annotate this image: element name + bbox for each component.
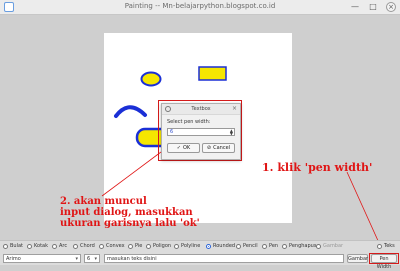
radio-icon [377,243,382,249]
font-select[interactable]: Arimo ▾ [3,254,81,263]
close-button[interactable]: × [386,2,396,12]
dialog-close-icon[interactable]: × [232,104,237,114]
tool-chord[interactable]: Chord [73,243,95,249]
radio-icon [174,243,179,249]
ok-button[interactable]: ✓ OK [167,143,200,153]
radio-icon [99,243,104,249]
tool-label: Pencil [243,243,258,249]
window-controls: — □ × [350,2,396,12]
annotation-step2-line1: 2. akan muncul [60,196,147,207]
tool-label: Convex [106,243,125,249]
text-input[interactable]: masukan teks disini [104,254,344,263]
radio-icon [73,243,78,249]
dialog-title: Textbox [191,106,211,112]
tool-gambar: Gambar [316,243,343,249]
tool-pen[interactable]: Pen [262,243,278,249]
annotation-step1: 1. klik 'pen width' [262,161,373,174]
blue-arc [114,105,147,118]
radio-icon [146,243,151,249]
font-size-select[interactable]: 6 ▾ [84,254,100,263]
radio-icon [282,243,287,249]
radio-icon [262,243,267,249]
gambar-button[interactable]: Gambar [347,254,368,263]
radio-icon [3,243,8,249]
yellow-rectangle [198,66,227,81]
dialog-app-icon [165,106,171,112]
check-icon: ✓ [176,145,181,151]
window-title: Painting -- Mn-belajarpython.blogspot.co… [124,2,276,10]
dialog-prompt: Select pen width: [167,119,211,125]
pen-width-dialog: Textbox × Select pen width: 6 ▲ ▼ ✓ OK ⊘ Ca… [161,103,241,160]
yellow-ellipse [140,71,162,87]
cancel-icon: ⊘ [206,145,212,151]
radio-icon [236,243,241,249]
tool-label: Pie [135,243,143,249]
cancel-label: Cancel [213,145,231,151]
font-size-value: 6 [87,256,91,262]
radio-icon [316,243,321,249]
title-bar: Painting -- Mn-belajarpython.blogspot.co… [0,0,400,15]
tool-kotak[interactable]: Kotak [27,243,48,249]
tool-label: Arc [59,243,68,249]
maximize-button[interactable]: □ [368,2,378,12]
tool-rounded[interactable]: Rounded [206,243,235,249]
pen-width-spinbox[interactable]: 6 ▲ ▼ [167,128,235,136]
tool-label: Chord [80,243,95,249]
ok-label: OK [182,145,191,151]
tool-label: Kotak [34,243,49,249]
radio-icon [27,243,32,249]
spin-arrows-icon[interactable]: ▲ ▼ [230,129,233,136]
tool-pie[interactable]: Pie [128,243,142,249]
tool-bulat[interactable]: Bulat [3,243,23,249]
radio-selected-icon [206,243,211,249]
tool-convex[interactable]: Convex [99,243,125,249]
tool-arc[interactable]: Arc [52,243,67,249]
tool-label: Teks [384,243,395,249]
tool-label: Pen [269,243,279,249]
tool-poligon[interactable]: Poligon [146,243,171,249]
pen-width-highlight [369,253,399,264]
tool-label: Poligon [153,243,172,249]
tool-label: Penghapus [289,243,317,249]
radio-icon [128,243,133,249]
cancel-button[interactable]: ⊘ Cancel [202,143,235,153]
tool-radio-row: Bulat Kotak Arc Chord Convex Pie Poligon… [0,240,400,253]
pen-width-value: 6 [170,129,174,135]
chevron-down-icon: ▾ [75,256,78,262]
tool-penghapus[interactable]: Penghapus [282,243,316,249]
tool-label: Gambar [323,243,344,249]
chevron-down-icon: ▾ [94,256,97,262]
tool-polyline[interactable]: Polyline [174,243,200,249]
annotation-step2-line2: input dialog, masukkan [60,207,193,218]
bottom-toolbar: Arimo ▾ 6 ▾ masukan teks disini Gambar P… [0,253,400,270]
dialog-titlebar: Textbox × [162,104,240,115]
annotation-step2-line3: ukuran garisnya lalu 'ok' [60,218,200,229]
tool-pencil[interactable]: Pencil [236,243,258,249]
font-value: Arimo [6,256,21,262]
radio-icon [52,243,57,249]
tool-label: Bulat [10,243,24,249]
minimize-button[interactable]: — [350,2,360,12]
tool-label: Rounded [213,243,236,249]
tool-teks[interactable]: Teks [377,243,395,249]
tool-label: Polyline [181,243,201,249]
